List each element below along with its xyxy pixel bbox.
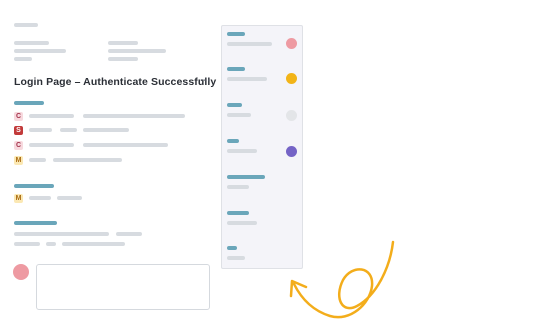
curly-arrow-icon bbox=[289, 240, 395, 319]
